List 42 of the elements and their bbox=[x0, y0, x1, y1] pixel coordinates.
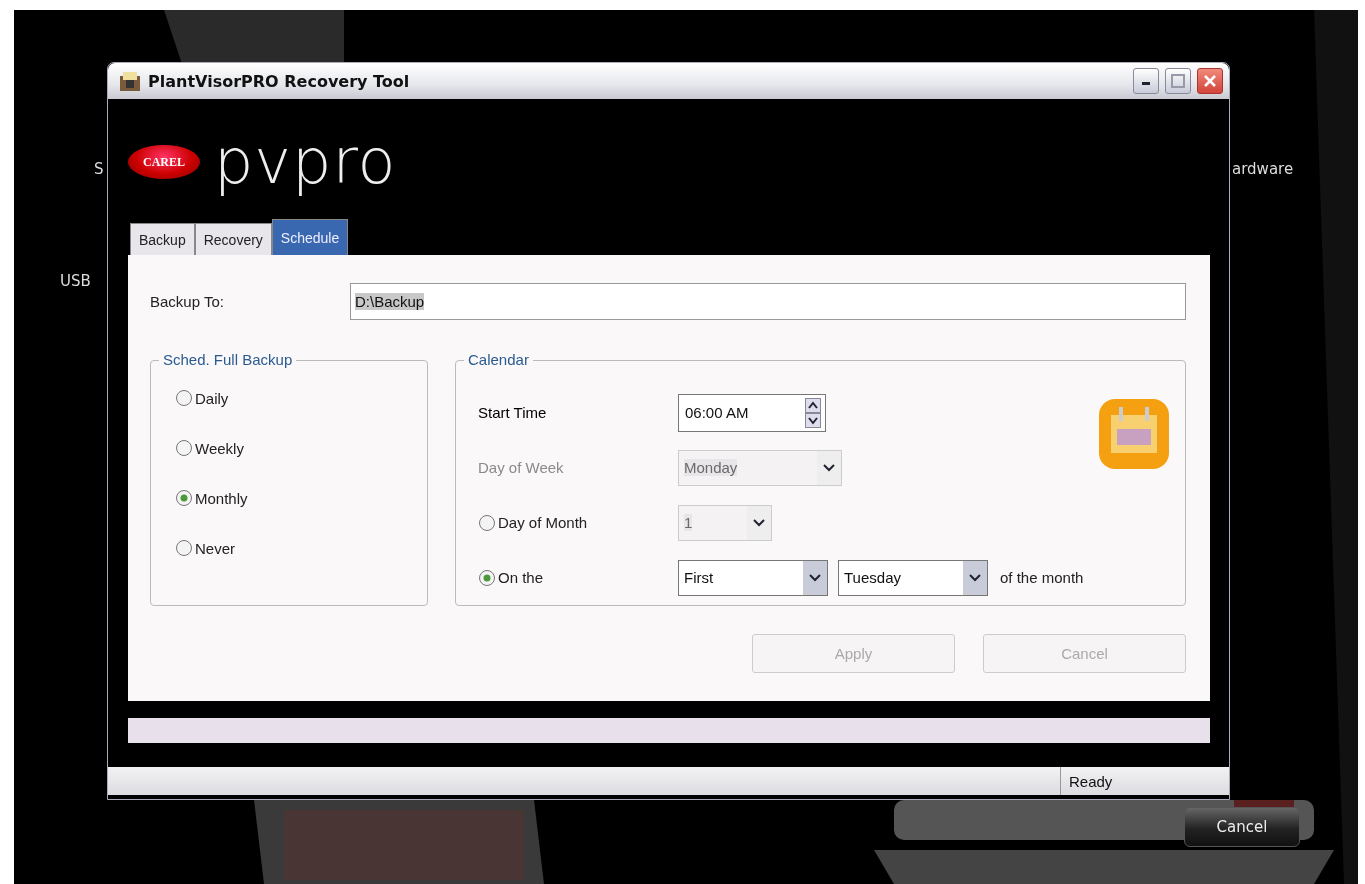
radio-label: On the bbox=[498, 569, 544, 586]
window-title: PlantVisorPRO Recovery Tool bbox=[148, 71, 411, 91]
suffix-label: of the month bbox=[1000, 569, 1084, 586]
time-spinner[interactable]: 06:00 AM bbox=[678, 393, 826, 432]
chevron-down-icon[interactable] bbox=[823, 463, 835, 472]
close-icon bbox=[1203, 74, 1217, 88]
logo-badge: CAREL bbox=[128, 145, 200, 179]
app-icon bbox=[118, 70, 142, 92]
cancel-button[interactable]: Cancel bbox=[1184, 807, 1300, 847]
background-label: S bbox=[94, 160, 104, 178]
radio-label: Day of Month bbox=[498, 514, 588, 531]
minimize-button[interactable] bbox=[1133, 68, 1159, 94]
field-label: Backup To: bbox=[150, 293, 225, 310]
radio-label: Daily bbox=[195, 389, 229, 407]
radio-button[interactable] bbox=[175, 389, 193, 407]
background-label: ardware bbox=[1232, 160, 1294, 178]
backup-path-field[interactable]: D:\Backup bbox=[350, 283, 1186, 320]
status-text: Ready bbox=[1060, 767, 1229, 795]
background-label: USB bbox=[60, 272, 91, 290]
radio-button[interactable] bbox=[175, 439, 193, 457]
field-label: Day of Week bbox=[478, 459, 564, 476]
close-button[interactable] bbox=[1197, 68, 1223, 94]
radio-button[interactable] bbox=[175, 539, 193, 557]
chevron-down-icon[interactable] bbox=[809, 573, 821, 582]
maximize-icon bbox=[1171, 74, 1185, 88]
spinner-arrows-icon[interactable] bbox=[805, 397, 821, 428]
radio-label: Weekly bbox=[195, 439, 244, 457]
tab[interactable]: Backup bbox=[130, 223, 195, 255]
tab[interactable]: Schedule bbox=[271, 219, 349, 255]
tab[interactable]: Recovery bbox=[194, 223, 272, 255]
calendar-icon bbox=[1097, 397, 1171, 471]
field-label: Start Time bbox=[478, 404, 547, 421]
chevron-down-icon[interactable] bbox=[969, 573, 981, 582]
maximize-button[interactable] bbox=[1165, 68, 1191, 94]
group-title: Calendar bbox=[464, 351, 533, 368]
group-title: Sched. Full Backup bbox=[159, 351, 297, 368]
radio-button[interactable] bbox=[478, 568, 496, 587]
weekday-dropdown[interactable]: Tuesday bbox=[838, 559, 988, 596]
radio-label: Monthly bbox=[195, 489, 248, 507]
ordinal-dropdown[interactable]: First bbox=[678, 559, 828, 596]
radio-button[interactable] bbox=[175, 489, 193, 507]
radio-label: Never bbox=[195, 539, 235, 557]
